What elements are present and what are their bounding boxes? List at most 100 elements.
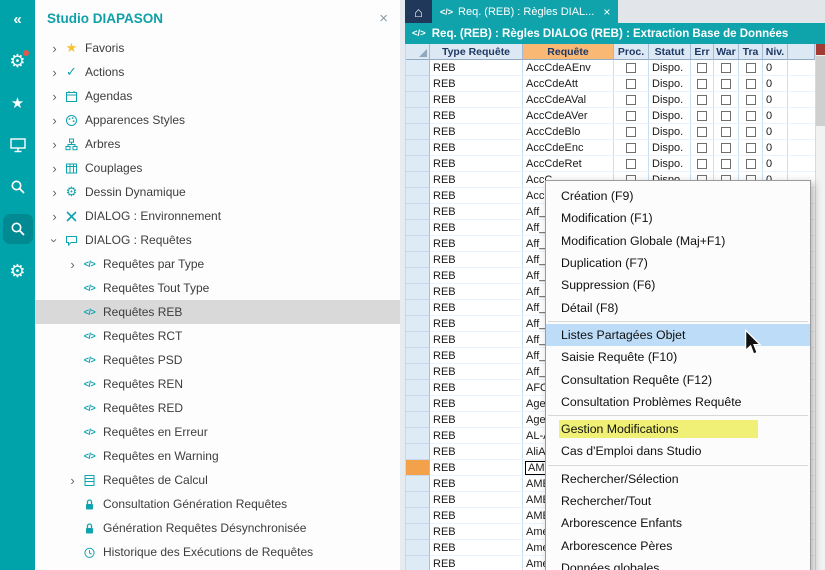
checkbox[interactable] [626, 159, 636, 169]
cell-requete[interactable]: AccCdeAVer [523, 108, 614, 124]
cell-proc[interactable] [614, 156, 649, 172]
cell-requete[interactable]: AccCdeAtt [523, 76, 614, 92]
context-menu-item[interactable]: Cas d'Emploi dans Studio [546, 440, 810, 462]
sidebar-item[interactable]: ›Apparences Styles [35, 108, 400, 132]
select-all-corner[interactable] [406, 44, 430, 60]
sidebar-item[interactable]: </>Requêtes en Erreur [35, 420, 400, 444]
cell-type-requete[interactable]: REB [430, 460, 523, 476]
row-filler[interactable] [788, 124, 815, 140]
row-selector-cell[interactable] [406, 508, 430, 524]
cell-err[interactable] [691, 76, 714, 92]
cell-type-requete[interactable]: REB [430, 364, 523, 380]
checkbox[interactable] [721, 111, 731, 121]
cell-err[interactable] [691, 140, 714, 156]
cell-tra[interactable] [739, 156, 763, 172]
checkbox[interactable] [721, 143, 731, 153]
checkbox[interactable] [697, 111, 707, 121]
cell-type-requete[interactable]: REB [430, 60, 523, 76]
cell-statut[interactable]: Dispo. [649, 76, 691, 92]
collapse-icon[interactable]: « [3, 4, 33, 34]
vertical-scrollbar[interactable] [815, 44, 825, 570]
sidebar-item[interactable]: ›⚙Dessin Dynamique [35, 180, 400, 204]
row-selector-cell[interactable] [406, 108, 430, 124]
sidebar-item[interactable]: ›Agendas [35, 84, 400, 108]
chevron-right-icon[interactable]: › [47, 161, 62, 176]
cell-type-requete[interactable]: REB [430, 348, 523, 364]
checkbox[interactable] [697, 63, 707, 73]
cell-err[interactable] [691, 156, 714, 172]
checkbox[interactable] [746, 127, 756, 137]
cell-tra[interactable] [739, 92, 763, 108]
cell-niv[interactable]: 0 [763, 140, 788, 156]
sidebar-item[interactable]: ›DIALOG : Environnement [35, 204, 400, 228]
row-selector-cell[interactable] [406, 460, 430, 476]
cell-type-requete[interactable]: REB [430, 140, 523, 156]
chevron-right-icon[interactable]: › [65, 257, 80, 272]
cell-war[interactable] [714, 108, 739, 124]
column-header[interactable]: Tra [739, 44, 763, 60]
scrollbar-thumb[interactable] [816, 56, 825, 126]
cell-requete[interactable]: AccCdeRet [523, 156, 614, 172]
checkbox[interactable] [626, 111, 636, 121]
checkbox[interactable] [697, 95, 707, 105]
cell-type-requete[interactable]: REB [430, 556, 523, 570]
table-row[interactable]: REBAccCdeEncDispo.0 [406, 140, 815, 156]
row-filler[interactable] [788, 108, 815, 124]
chevron-right-icon[interactable]: › [47, 113, 62, 128]
cell-type-requete[interactable]: REB [430, 236, 523, 252]
cell-type-requete[interactable]: REB [430, 220, 523, 236]
row-selector-cell[interactable] [406, 380, 430, 396]
cell-type-requete[interactable]: REB [430, 428, 523, 444]
column-header[interactable]: Requête [523, 44, 614, 60]
row-selector-cell[interactable] [406, 492, 430, 508]
context-menu-item[interactable]: Détail (F8) [546, 296, 810, 318]
tab-home[interactable]: ⌂ [405, 0, 432, 23]
table-row[interactable]: REBAccCdeAttDispo.0 [406, 76, 815, 92]
row-filler[interactable] [788, 156, 815, 172]
table-row[interactable]: REBAccCdeRetDispo.0 [406, 156, 815, 172]
cell-type-requete[interactable]: REB [430, 268, 523, 284]
sidebar-item[interactable]: ›Couplages [35, 156, 400, 180]
settings-icon[interactable]: ⚙ [3, 256, 33, 286]
column-header[interactable]: Proc. [614, 44, 649, 60]
cell-type-requete[interactable]: REB [430, 332, 523, 348]
row-selector-cell[interactable] [406, 268, 430, 284]
row-selector-cell[interactable] [406, 364, 430, 380]
row-filler[interactable] [788, 140, 815, 156]
sidebar-item[interactable]: </>Requêtes RED [35, 396, 400, 420]
cell-type-requete[interactable]: REB [430, 204, 523, 220]
row-selector-cell[interactable] [406, 172, 430, 188]
row-selector-cell[interactable] [406, 412, 430, 428]
checkbox[interactable] [721, 63, 731, 73]
cell-tra[interactable] [739, 108, 763, 124]
table-row[interactable]: REBAccCdeAVerDispo.0 [406, 108, 815, 124]
context-menu-item[interactable]: Arborescence Pères [546, 534, 810, 556]
sidebar-item[interactable]: Consultation Génération Requêtes [35, 492, 400, 516]
row-selector-cell[interactable] [406, 348, 430, 364]
cell-type-requete[interactable]: REB [430, 444, 523, 460]
cell-type-requete[interactable]: REB [430, 412, 523, 428]
sidebar-item[interactable]: ›✓Actions [35, 60, 400, 84]
chevron-right-icon[interactable]: › [47, 65, 62, 80]
checkbox[interactable] [697, 143, 707, 153]
chevron-down-icon[interactable]: › [47, 233, 62, 248]
row-selector-cell[interactable] [406, 300, 430, 316]
cell-war[interactable] [714, 140, 739, 156]
cell-type-requete[interactable]: REB [430, 524, 523, 540]
row-selector-cell[interactable] [406, 444, 430, 460]
cell-type-requete[interactable]: REB [430, 508, 523, 524]
cell-err[interactable] [691, 108, 714, 124]
cell-type-requete[interactable]: REB [430, 540, 523, 556]
cell-statut[interactable]: Dispo. [649, 156, 691, 172]
checkbox[interactable] [721, 159, 731, 169]
checkbox[interactable] [697, 127, 707, 137]
cell-type-requete[interactable]: REB [430, 492, 523, 508]
cell-requete[interactable]: AccCdeAEnv [523, 60, 614, 76]
cell-niv[interactable]: 0 [763, 92, 788, 108]
context-menu-item[interactable]: Listes Partagées Objet [546, 324, 810, 346]
cell-statut[interactable]: Dispo. [649, 108, 691, 124]
cell-requete[interactable]: AccCdeEnc [523, 140, 614, 156]
cell-niv[interactable]: 0 [763, 76, 788, 92]
checkbox[interactable] [721, 95, 731, 105]
checkbox[interactable] [721, 79, 731, 89]
